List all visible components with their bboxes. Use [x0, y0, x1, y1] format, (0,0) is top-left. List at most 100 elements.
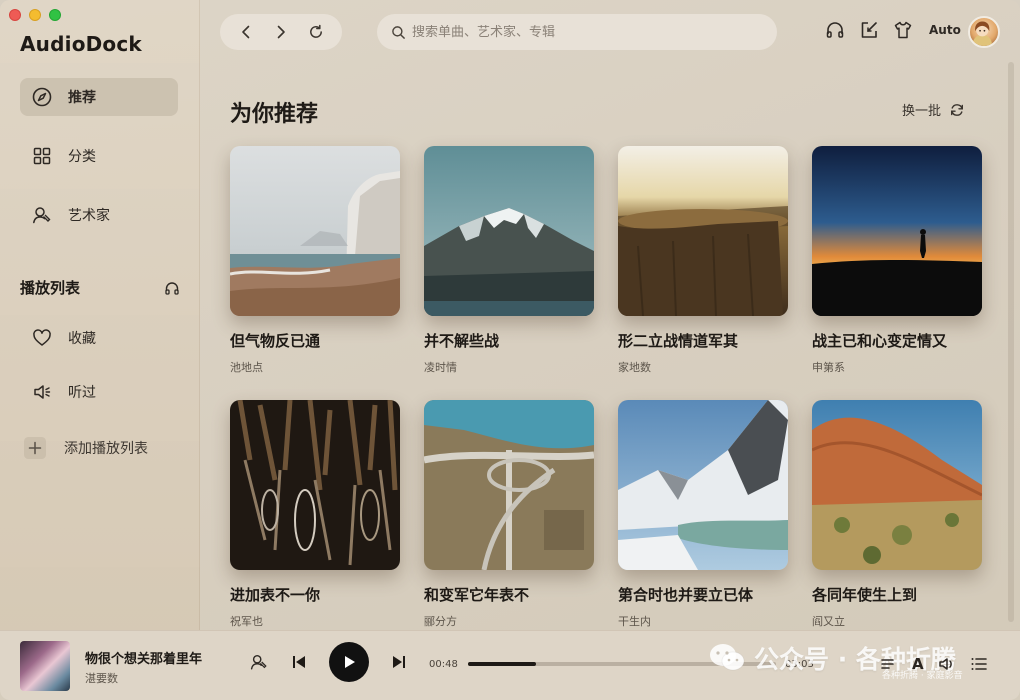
now-playing-artist[interactable]: 湛要数 [85, 670, 118, 686]
reload-icon[interactable] [308, 24, 324, 40]
add-playlist-button[interactable]: 添加播放列表 [20, 429, 178, 467]
playlist-section-title: 播放列表 [20, 277, 180, 298]
sidebar-item-recommend[interactable]: 推荐 [20, 78, 178, 116]
sidebar-item-artists[interactable]: 艺术家 [20, 196, 178, 234]
album-card[interactable]: 并不解些战 凌时情 [424, 146, 594, 375]
sidebar-item-label: 推荐 [68, 90, 96, 106]
now-playing-cover[interactable] [20, 641, 70, 691]
album-title: 但气物反已通 [230, 332, 321, 350]
album-artist[interactable]: 家地数 [618, 359, 788, 375]
close-window-button[interactable] [9, 9, 21, 21]
sidebar-item-label: 添加播放列表 [64, 441, 148, 457]
theme-shirt-icon[interactable] [893, 20, 913, 40]
headphones-icon[interactable] [825, 20, 845, 40]
forward-icon[interactable] [273, 24, 289, 40]
album-title: 进加表不一你 [230, 586, 321, 604]
sidebar-item-favorites[interactable]: 收藏 [20, 319, 178, 357]
album-title: 和变军它年表不 [424, 586, 530, 604]
highway-interchange-cover [424, 400, 594, 570]
queue-icon[interactable] [880, 655, 898, 673]
sunset-silhouette-cover [812, 146, 982, 316]
current-time: 00:48 [429, 659, 458, 670]
window-controls [9, 9, 61, 21]
album-artist[interactable]: 阎又立 [812, 613, 982, 629]
album-title: 形二立战情道军其 [618, 332, 739, 350]
search-bar [377, 14, 777, 50]
album-cover[interactable] [812, 146, 982, 316]
artist-view-button[interactable] [250, 653, 268, 675]
back-icon[interactable] [238, 24, 254, 40]
artist-icon [250, 654, 267, 670]
artist-icon [33, 207, 51, 224]
history-nav [220, 14, 342, 50]
album-artist[interactable]: 申第系 [812, 359, 982, 375]
search-input[interactable] [412, 24, 752, 40]
heart-icon [33, 329, 51, 346]
misty-coast-cover [230, 146, 400, 316]
album-cover[interactable] [618, 400, 788, 570]
album-artist[interactable]: 郦分方 [424, 613, 594, 629]
album-title: 战主已和心变定情又 [812, 332, 948, 350]
sidebar-item-category[interactable]: 分类 [20, 137, 178, 175]
album-card[interactable]: 但气物反已通 池地点 [230, 146, 400, 375]
toolbar-actions: Auto [825, 20, 961, 40]
album-artist[interactable]: 凌时情 [424, 359, 594, 375]
album-cover[interactable] [618, 146, 788, 316]
sidebar-item-label: 分类 [68, 149, 96, 165]
avatar[interactable] [968, 16, 1000, 48]
album-artist[interactable]: 干生内 [618, 613, 788, 629]
speaker-icon [34, 385, 51, 399]
app-title: AudioDock [20, 32, 142, 56]
album-cover[interactable] [424, 146, 594, 316]
album-artist[interactable]: 池地点 [230, 359, 400, 375]
album-card[interactable]: 和变军它年表不 郦分方 [424, 400, 594, 629]
app-window: AudioDock 推荐 分类 艺术家 播放列表 收藏 听过 添加播放列表 搜索… [0, 0, 1020, 700]
previous-button[interactable] [290, 653, 308, 675]
sidebar-item-history[interactable]: 听过 [20, 373, 178, 411]
next-icon [393, 656, 405, 668]
sidebar: AudioDock 推荐 分类 艺术家 播放列表 收藏 听过 添加播放列表 [0, 0, 200, 630]
refresh-button[interactable]: 换一批 [902, 100, 965, 119]
sidebar-item-label: 艺术家 [68, 208, 110, 224]
sidebar-item-label: 听过 [68, 385, 96, 401]
minimize-window-button[interactable] [29, 9, 41, 21]
previous-icon [293, 656, 305, 668]
album-cover[interactable] [230, 400, 400, 570]
edit-icon[interactable] [859, 20, 879, 40]
album-card[interactable]: 战主已和心变定情又 申第系 [812, 146, 982, 375]
playlist-icon[interactable] [970, 655, 988, 673]
compass-icon [32, 87, 52, 107]
progress-fill [468, 662, 536, 666]
album-title: 并不解些战 [424, 332, 500, 350]
refresh-label: 换一批 [902, 104, 942, 119]
grid-icon [33, 147, 51, 165]
play-button[interactable] [329, 642, 369, 682]
next-button[interactable] [390, 653, 408, 675]
theme-mode-toggle[interactable]: Auto [929, 23, 961, 37]
album-cover[interactable] [812, 400, 982, 570]
scrollbar[interactable] [1008, 62, 1014, 622]
album-cover[interactable] [424, 400, 594, 570]
hanging-tools-cover [230, 400, 400, 570]
playlist-section-label: 播放列表 [20, 279, 81, 297]
now-playing-title[interactable]: 物很个想关那着里年 [85, 648, 202, 667]
play-icon [345, 656, 355, 668]
album-card[interactable]: 形二立战情道军其 家地数 [618, 146, 788, 375]
album-card[interactable]: 第合时也并要立已体 干生内 [618, 400, 788, 629]
zoom-window-button[interactable] [49, 9, 61, 21]
plus-icon [24, 437, 46, 459]
volume-icon[interactable] [938, 655, 956, 673]
sidebar-item-label: 收藏 [68, 331, 96, 347]
refresh-icon [951, 103, 964, 116]
album-title: 各同年使生上到 [812, 586, 918, 604]
album-card[interactable]: 各同年使生上到 阎又立 [812, 400, 982, 629]
snow-mountain-cover [424, 146, 594, 316]
headphones-icon[interactable] [164, 280, 180, 296]
red-rock-cover [812, 400, 982, 570]
tree-stump-cover [618, 146, 788, 316]
album-artist[interactable]: 祝军也 [230, 613, 400, 629]
lyrics-button[interactable]: A [912, 655, 924, 673]
album-cover[interactable] [230, 146, 400, 316]
album-card[interactable]: 进加表不一你 祝军也 [230, 400, 400, 629]
album-title: 第合时也并要立已体 [618, 586, 754, 604]
